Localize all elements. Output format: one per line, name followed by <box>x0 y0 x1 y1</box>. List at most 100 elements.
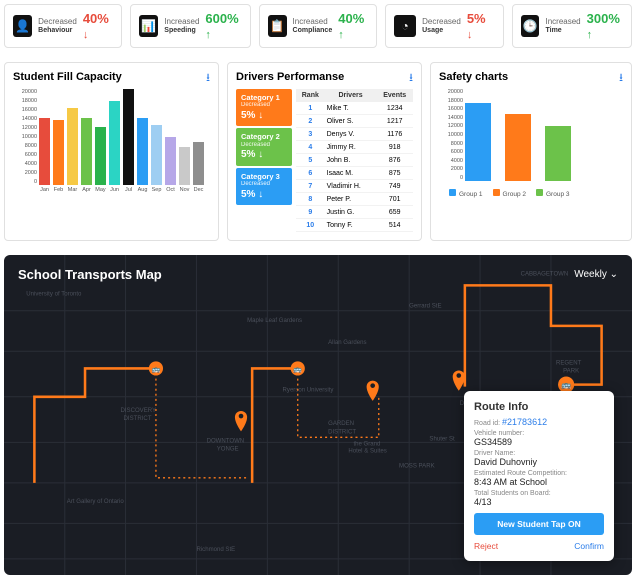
safety-bar[interactable] <box>505 114 531 181</box>
driver-value: David Duhovniy <box>474 457 604 467</box>
chevron-down-icon: ⌄ <box>610 269 618 280</box>
fill-bar[interactable] <box>81 118 92 185</box>
students-value: 4/13 <box>474 497 604 507</box>
kpi-value: 40% ↓ <box>83 11 114 41</box>
table-row[interactable]: 5John B.876 <box>296 154 413 167</box>
map-title: School Transports Map <box>18 267 162 282</box>
panel-title: Student Fill Capacity <box>13 71 210 83</box>
district-label: DISTRICT <box>328 429 356 435</box>
x-tick: Feb <box>53 187 64 193</box>
kpi-compliance[interactable]: 📋 Increased Compliance 40% ↑ <box>259 4 377 48</box>
kpi-behaviour[interactable]: 👤 Decreased Behaviour 40% ↓ <box>4 4 122 48</box>
x-tick: Mar <box>67 187 78 193</box>
arrow-up-icon: ↑ <box>205 29 211 41</box>
x-tick: Aug <box>137 187 148 193</box>
road-id-label: Road id: #21783612 <box>474 417 604 427</box>
safety-bar[interactable] <box>465 103 491 181</box>
x-tick: Nov <box>179 187 190 193</box>
legend-item: Group 2 <box>493 189 527 198</box>
table-row[interactable]: 6Isaac M.875 <box>296 167 413 180</box>
kpi-value: 600% ↑ <box>205 11 241 41</box>
svg-text:🚌: 🚌 <box>293 365 302 373</box>
clock-icon: 🕒 <box>521 15 540 37</box>
kpi-value: 40% ↑ <box>338 11 368 41</box>
poi-label: Hotel & Suites <box>348 449 386 455</box>
table-row[interactable]: 10Tonny F.514 <box>296 219 413 232</box>
download-icon[interactable]: ⭳ <box>206 69 210 88</box>
map-pin-icon[interactable] <box>235 411 247 431</box>
table-row[interactable]: 7Vladimir H.749 <box>296 180 413 193</box>
fill-bar[interactable] <box>193 142 204 185</box>
fill-bar[interactable] <box>179 147 190 185</box>
download-icon[interactable]: ⭳ <box>409 69 413 88</box>
driver-category[interactable]: Category 3 Decreased 5% ↓ <box>236 168 292 205</box>
x-tick: Dec <box>193 187 204 193</box>
map-period-dropdown[interactable]: Weekly ⌄ <box>574 269 618 280</box>
table-row[interactable]: 1Mike T.1234 <box>296 102 413 115</box>
kpi-trend: Increased <box>164 17 199 27</box>
kpi-usage[interactable]: ◔ Decreased Usage 5% ↓ <box>385 4 503 48</box>
arrow-down-icon: ↓ <box>467 29 473 41</box>
fill-bar[interactable] <box>39 118 50 185</box>
kpi-value: 300% ↑ <box>587 11 623 41</box>
driver-category[interactable]: Category 1 Decreased 5% ↓ <box>236 89 292 126</box>
road-id-value[interactable]: #21783612 <box>502 417 547 427</box>
driver-category[interactable]: Category 2 Decreased 5% ↓ <box>236 128 292 165</box>
panel-title: Safety charts <box>439 71 623 83</box>
legend-item: Group 3 <box>536 189 570 198</box>
district-label: DISCOVERY <box>120 408 156 414</box>
students-label: Total Students on Board: <box>474 490 604 497</box>
table-row[interactable]: 8Peter P.701 <box>296 193 413 206</box>
fill-bar[interactable] <box>109 101 120 185</box>
kpi-label: Usage <box>422 27 461 35</box>
district-label: DOWNTOWN <box>207 438 245 444</box>
fill-bar[interactable] <box>53 120 64 185</box>
fill-bar[interactable] <box>165 137 176 185</box>
map-pin-icon[interactable] <box>453 370 465 390</box>
poi-label: Maple Leaf Gardens <box>247 318 302 324</box>
download-icon[interactable]: ⭳ <box>619 69 623 88</box>
eta-value: 8:43 AM at School <box>474 477 604 487</box>
x-tick: Apr <box>81 187 92 193</box>
kpi-label: Compliance <box>293 27 333 35</box>
fill-bar[interactable] <box>95 127 106 185</box>
map-pin-icon[interactable] <box>367 381 379 401</box>
arrow-up-icon: ↑ <box>587 29 593 41</box>
table-row[interactable]: 3Denys V.1176 <box>296 128 413 141</box>
kpi-label: Behaviour <box>38 27 77 35</box>
kpi-value: 5% ↓ <box>467 11 495 41</box>
table-row[interactable]: 9Justin G.659 <box>296 206 413 219</box>
arrow-up-icon: ↑ <box>338 29 344 41</box>
street-label: Shuter St <box>429 436 455 442</box>
x-tick: Jan <box>39 187 50 193</box>
poi-label: Art Gallery of Ontario <box>67 499 125 505</box>
district-label: GARDEN <box>328 421 354 427</box>
x-tick: Sep <box>151 187 162 193</box>
fill-bar[interactable] <box>123 89 134 185</box>
x-tick: May <box>95 187 106 193</box>
x-tick: Jul <box>123 187 134 193</box>
fill-bar[interactable] <box>137 118 148 185</box>
x-tick: Oct <box>165 187 176 193</box>
driver-label: Driver Name: <box>474 450 604 457</box>
fill-bar[interactable] <box>151 125 162 185</box>
kpi-speeding[interactable]: 📊 Increased Speeding 600% ↑ <box>130 4 250 48</box>
district-label: YONGE <box>217 446 239 452</box>
vehicle-label: Vehicle number: <box>474 430 604 437</box>
list-icon: 📋 <box>268 15 287 37</box>
district-label: CABBAGETOWN <box>521 271 569 277</box>
panel-title: Drivers Performanse <box>236 71 413 83</box>
district-label: PARK <box>563 368 579 374</box>
safety-bar[interactable] <box>545 126 571 181</box>
legend-item: Group 1 <box>449 189 483 198</box>
kpi-label: Speeding <box>164 27 199 35</box>
kpi-time[interactable]: 🕒 Increased Time 300% ↑ <box>512 4 632 48</box>
kpi-trend: Increased <box>545 17 580 27</box>
drivers-panel: Drivers Performanse ⭳ Category 1 Decreas… <box>227 62 422 241</box>
fill-bar[interactable] <box>67 108 78 185</box>
new-student-tap-button[interactable]: New Student Tap ON <box>474 513 604 535</box>
table-row[interactable]: 4Jimmy R.918 <box>296 141 413 154</box>
school-transports-map[interactable]: CABBAGETOWN Gerrard StE Maple Leaf Garde… <box>4 255 632 575</box>
table-row[interactable]: 2Oliver S.1217 <box>296 115 413 128</box>
arrow-down-icon: ↓ <box>83 29 89 41</box>
